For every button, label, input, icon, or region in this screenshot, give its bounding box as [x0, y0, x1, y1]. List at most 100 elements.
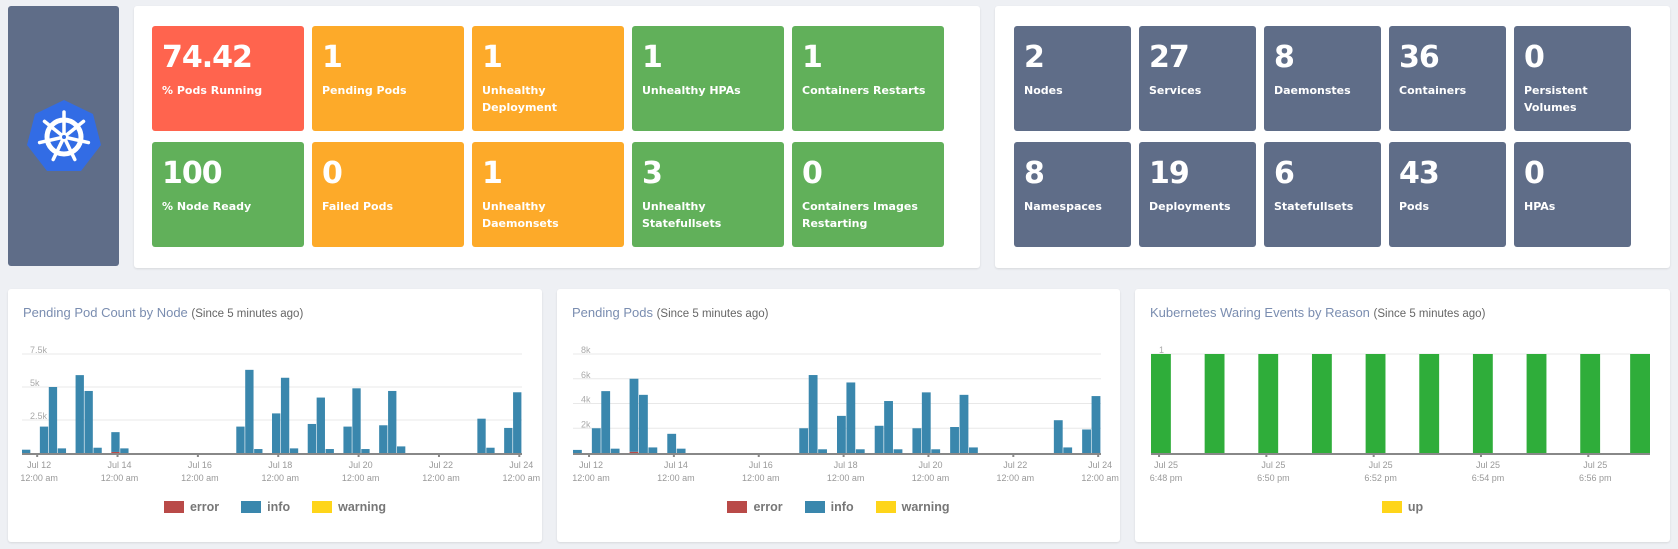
- x-tick-label-time: 12:00 am: [422, 473, 460, 483]
- inventory-tile[interactable]: 27 Services: [1139, 26, 1256, 131]
- bar-info: [893, 449, 903, 453]
- tile-label: Pending Pods: [322, 84, 407, 97]
- x-tick-label-date: Jul 12: [579, 460, 603, 470]
- bar-info: [1091, 396, 1101, 453]
- x-tick-label-date: Jul 22: [1003, 460, 1027, 470]
- health-tile[interactable]: 1 Containers Restarts: [792, 26, 944, 131]
- health-tile[interactable]: 1 Pending Pods: [312, 26, 464, 131]
- x-tick-label-date: Jul 25: [1261, 460, 1285, 470]
- bar-info: [307, 423, 317, 453]
- bar-info: [855, 449, 865, 453]
- bar-info: [325, 449, 334, 453]
- x-tick-label-time: 12:00 am: [101, 473, 139, 483]
- chart-legend: error info warning: [557, 500, 1120, 514]
- bar-info: [846, 382, 856, 453]
- inventory-tile[interactable]: 19 Deployments: [1139, 142, 1256, 247]
- tile-label: Unhealthy Statefullsets: [642, 200, 722, 230]
- health-tile[interactable]: 0 Containers Images Restarting: [792, 142, 944, 247]
- bar-info: [48, 387, 58, 453]
- x-tick-label-date: Jul 24: [1088, 460, 1112, 470]
- chart-panel-pending-pod-count-by-node: Pending Pod Count by Node (Since 5 minut…: [8, 289, 542, 542]
- x-tick-label-date: Jul 18: [268, 460, 292, 470]
- legend-label: up: [1407, 500, 1424, 514]
- bar-info: [912, 428, 922, 453]
- x-tick-label-date: Jul 25: [1476, 460, 1500, 470]
- health-tile[interactable]: 3 Unhealthy Statefullsets: [632, 142, 784, 247]
- legend-swatch: [727, 501, 748, 513]
- tile-value: 1: [642, 40, 663, 75]
- health-tile[interactable]: 74.42 % Pods Running: [152, 26, 304, 131]
- legend-item-error[interactable]: error: [163, 500, 219, 514]
- x-tick-label-time: 12:00 am: [657, 473, 695, 483]
- tile-label: Services: [1149, 84, 1202, 97]
- inventory-tile[interactable]: 8 Namespaces: [1014, 142, 1131, 247]
- inventory-tile[interactable]: 43 Pods: [1389, 142, 1506, 247]
- tile-value: 100: [162, 156, 223, 191]
- tile-value: 74.42: [162, 40, 253, 75]
- legend-item-info[interactable]: info: [804, 500, 854, 514]
- bar-info: [254, 449, 263, 453]
- bar-info: [1063, 447, 1073, 453]
- bar-up: [1311, 354, 1332, 453]
- tile-value: 1: [802, 40, 823, 75]
- pending-pods-chart: 2k 4k 6k 8k Jul 12 12:00 am Jul 14 12:00 am Jul …: [572, 345, 1119, 483]
- x-tick-label-time: 6:48 pm: [1150, 473, 1183, 483]
- legend-item-error[interactable]: error: [727, 500, 783, 514]
- inventory-tile[interactable]: 2 Nodes: [1014, 26, 1131, 131]
- tile-value: 0: [802, 156, 823, 191]
- y-tick-label: 1: [1159, 345, 1164, 355]
- bar-info: [343, 426, 352, 453]
- chart-legend: error info warning: [8, 500, 542, 514]
- health-tile[interactable]: 1 Unhealthy Daemonsets: [472, 142, 624, 247]
- kubernetes-helm-icon: [26, 100, 101, 171]
- inventory-tile[interactable]: 8 Daemonstes: [1264, 26, 1381, 131]
- health-tile[interactable]: 1 Unhealthy Deployment: [472, 26, 624, 131]
- tile-value: 43: [1399, 156, 1440, 191]
- bar-info: [969, 447, 978, 453]
- legend-item-warning[interactable]: warning: [875, 500, 950, 514]
- bar-info: [477, 418, 486, 453]
- tile-label: Namespaces: [1024, 200, 1102, 213]
- bar-info: [289, 448, 299, 453]
- bar-info: [601, 391, 611, 453]
- y-tick-label: 2.5k: [30, 411, 48, 421]
- kubernetes-logo-panel: [8, 6, 119, 266]
- bar-info: [676, 448, 686, 453]
- x-tick-label-date: Jul 12: [27, 460, 51, 470]
- bar-info: [236, 426, 245, 453]
- health-tile[interactable]: 1 Unhealthy HPAs: [632, 26, 784, 131]
- x-tick-label-date: Jul 25: [1154, 460, 1178, 470]
- warning-events-chart: 1 Jul 25 6:48 pm Jul 25 6:50 pm Jul 25 6:52 pm…: [1150, 345, 1650, 483]
- bar-up: [1204, 354, 1225, 453]
- tile-label: Containers: [1399, 84, 1467, 97]
- tile-value: 8: [1024, 156, 1045, 191]
- x-tick-label-time: 12:00 am: [912, 473, 950, 483]
- legend-item-info[interactable]: info: [241, 500, 290, 514]
- legend-item-up[interactable]: up: [1381, 500, 1424, 514]
- bar-up: [1630, 354, 1650, 453]
- tile-value: 0: [322, 156, 343, 191]
- health-tile[interactable]: 100 % Node Ready: [152, 142, 304, 247]
- inventory-tile[interactable]: 0 HPAs: [1514, 142, 1631, 247]
- tile-label: Deployments: [1149, 200, 1231, 213]
- tile-label: Unhealthy Daemonsets: [482, 200, 559, 230]
- x-tick-label-time: 12:00 am: [997, 473, 1035, 483]
- legend-item-warning[interactable]: warning: [312, 500, 386, 514]
- x-tick-label-time: 6:50 pm: [1257, 473, 1290, 483]
- bar-up: [1365, 354, 1386, 453]
- inventory-panel: 2 Nodes 27 Services 8 Daemonstes 36 Containers 0…: [995, 6, 1670, 268]
- bar-info: [950, 427, 959, 453]
- bar-info: [959, 394, 969, 453]
- x-tick-label-date: Jul 14: [108, 460, 132, 470]
- inventory-tile[interactable]: 36 Containers: [1389, 26, 1506, 131]
- x-tick-label-time: 12:00 am: [827, 473, 865, 483]
- inventory-tile[interactable]: 6 Statefullsets: [1264, 142, 1381, 247]
- bar-info: [629, 378, 639, 452]
- tile-value: 27: [1149, 40, 1190, 75]
- health-tile[interactable]: 0 Failed Pods: [312, 142, 464, 247]
- legend-swatch: [163, 501, 184, 513]
- inventory-tile[interactable]: 0 Persistent Volumes: [1514, 26, 1631, 131]
- bar-info: [610, 448, 620, 453]
- x-tick-label-date: Jul 14: [664, 460, 688, 470]
- bar-info: [57, 448, 67, 453]
